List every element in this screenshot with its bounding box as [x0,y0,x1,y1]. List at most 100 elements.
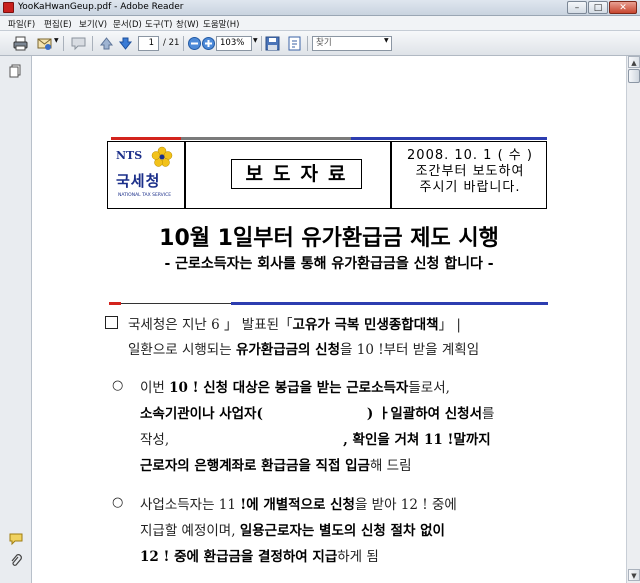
menu-tools[interactable]: 도구(T) [145,18,172,30]
press-release-label: 보도자료 [231,159,362,189]
minimize-button[interactable]: – [567,1,587,14]
paragraph-line: 일환으로 시행되는 유가환급금의 신청을 10 !부터 받을 계획임 [128,338,479,358]
text-run: 이번 [140,380,170,396]
text-run: !부터 받을 계획임 [378,342,480,358]
header-divider [390,141,392,209]
text-run: 사업소득자는 11 [140,497,241,513]
maximize-button[interactable]: □ [588,1,608,14]
navigation-pane [0,56,32,583]
embargo-line: 주시기 바랍니다. [419,180,521,195]
paragraph-checkbox-marker [105,316,118,329]
text-run: 작성, [140,432,170,448]
page-number-input[interactable]: 1 [138,36,159,51]
header-divider [184,141,186,209]
scroll-up-arrow-icon[interactable]: ▲ [628,56,640,68]
next-page-icon[interactable] [117,35,134,52]
nts-logo: NTS 국세청 NATIONAL TAX SERVICE [110,146,180,206]
email-icon[interactable] [36,35,53,52]
text-run: 」 | [438,317,461,333]
print-icon[interactable] [12,35,29,52]
find-dropdown-icon[interactable]: ▼ [384,37,389,44]
text-run: 근로자의 은행계좌로 환급금을 직접 입금 [140,458,370,474]
bullet-line: 지급할 예정이며, 일용근로자는 별도의 신청 절차 없이 [140,519,445,539]
bullet-marker: ○ [112,495,124,510]
bullet-line: 소속기관이나 사업자() ㅏ일괄하여 신청서를 [140,402,494,422]
zoom-input[interactable]: 103% [216,36,252,51]
section-rule-gray [121,303,231,304]
adobe-reader-icon [3,2,14,13]
toolbar-separator [63,36,64,51]
save-icon[interactable] [264,35,281,52]
toolbar-separator [92,36,93,51]
toolbar: ▼ 1 / 21 103% ▼ 찾기 ▼ [0,31,640,56]
text-run: 고유가 극복 민생종합대책 [292,317,439,333]
text-run: 일용근로자는 별도의 신청 절차 없이 [239,523,445,539]
title-bar: YooKaHwanGeup.pdf - Adobe Reader – □ ✕ [0,0,640,16]
paragraph-line: 국세청은 지난 6 」 발표된「고유가 극복 민생종합대책」 | [128,313,461,333]
comment-icon[interactable] [70,35,87,52]
text-run: 을 받아 12 ! 중에 [354,497,457,513]
attachments-icon[interactable] [9,554,23,568]
text-run: 」 발표된「 [223,317,293,333]
text-run: 지급할 예정이며, [140,523,240,539]
menu-file[interactable]: 파일(F) [8,18,35,30]
bullet-line: 근로자의 은행계좌로 환급금을 직접 입금해 드림 [140,454,412,474]
section-rule-blue [231,302,548,305]
email-dropdown-icon[interactable]: ▼ [54,37,59,44]
fit-page-icon[interactable] [286,35,303,52]
menu-edit[interactable]: 편집(E) [44,18,72,30]
embargo-notice: 2008. 10. 1 ( 수 ) 조간부터 보도하여 주시기 바랍니다. [396,148,544,196]
bullet-line: 작성, , 확인을 거쳐 11 !말까지 [140,428,491,448]
text-run: 하게 됨 [337,549,379,565]
logo-english-name: NATIONAL TAX SERVICE [118,193,172,198]
menu-view[interactable]: 보기(V) [79,18,107,30]
menu-help[interactable]: 도움말(H) [203,18,239,30]
text-run: 해 드림 [369,458,412,474]
toolbar-separator [183,36,184,51]
zoom-dropdown-icon[interactable]: ▼ [253,37,258,44]
logo-abbreviation: NTS [116,149,143,162]
toolbar-separator [307,36,308,51]
text-run: 들로서, [408,380,450,396]
menu-window[interactable]: 창(W) [176,18,199,30]
text-run: 소속기관이나 사업자( [140,406,263,422]
text-run: 을 10 [340,342,379,358]
text-run: ㅏ일괄하여 신청서 [373,406,483,422]
menu-document[interactable]: 문서(D) [113,18,142,30]
section-rule-red [109,302,121,305]
scrollbar-thumb[interactable] [628,69,640,83]
previous-page-icon[interactable] [98,35,115,52]
window-title: YooKaHwanGeup.pdf - Adobe Reader [18,2,184,12]
text-run: 10 ! 신청 대상은 봉급을 받는 근로소득자 [169,380,409,396]
menu-bar: 파일(F) 편집(E) 보기(V) 문서(D) 도구(T) 창(W) 도움말(H… [0,16,640,31]
vertical-scrollbar[interactable]: ▲ ▼ [626,56,640,583]
find-input[interactable]: 찾기 [312,36,392,51]
text-run: !에 개별적으로 신청 [240,497,355,513]
zoom-in-icon[interactable] [200,35,217,52]
document-view[interactable]: NTS 국세청 NATIONAL TAX SERVICE 보도자료 2008. … [32,56,626,583]
bullet-line: 이번 10 ! 신청 대상은 봉급을 받는 근로소득자들로서, [140,376,450,396]
text-run: , 확인을 거쳐 11 !말까지 [343,432,491,448]
logo-korean-name: 국세청 [116,172,161,190]
page-total: / 21 [163,38,180,48]
bullet-marker: ○ [112,378,124,393]
embargo-line: 조간부터 보도하여 [415,164,525,179]
mugunghwa-icon [151,146,173,167]
pages-icon[interactable] [9,64,23,78]
toolbar-separator [261,36,262,51]
text-run: 를 [482,406,495,422]
document-title: 10월 1일부터 유가환급금 제도 시행 [159,226,499,251]
pdf-page: NTS 국세청 NATIONAL TAX SERVICE 보도자료 2008. … [32,56,626,583]
embargo-date: 2008. 10. 1 ( 수 ) [407,148,533,163]
bullet-line: 12 ! 중에 환급금을 결정하여 지급하게 됨 [140,545,379,565]
comments-icon[interactable] [9,532,23,546]
text-run: 12 ! 중에 환급금을 결정하여 지급 [140,549,338,565]
text-run: 일환으로 시행되는 [128,342,236,358]
scroll-down-arrow-icon[interactable]: ▼ [628,569,640,581]
header-accent-gray [181,137,351,140]
text-run: 국세청은 지난 6 [128,317,224,333]
text-run: 유가환급금의 신청 [235,342,341,358]
close-button[interactable]: ✕ [609,1,637,14]
document-subtitle: - 근로소득자는 회사를 통해 유가환급금을 신청 합니다 - [164,256,494,272]
header-accent-red [111,137,181,140]
